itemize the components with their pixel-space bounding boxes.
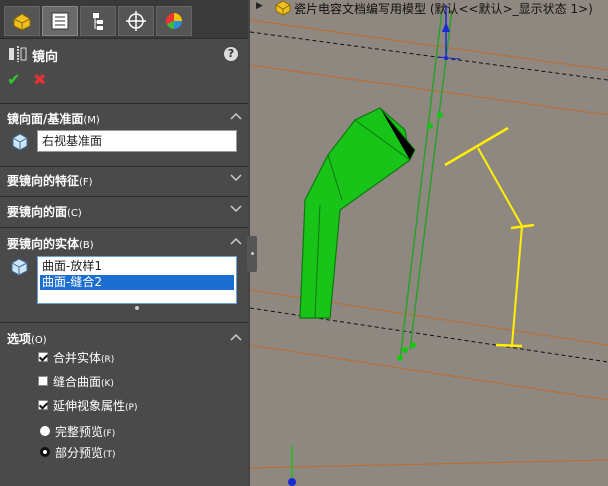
knit-surfaces-checkbox[interactable] bbox=[38, 376, 48, 386]
mirror-plane-edge bbox=[399, 9, 443, 361]
plane-face-icon bbox=[12, 133, 28, 151]
section-divider bbox=[0, 196, 248, 197]
knit-surfaces-label: 缝合曲面(K) bbox=[53, 375, 114, 389]
faces-to-mirror-section-header[interactable]: 要镜向的面(C) bbox=[7, 203, 82, 220]
tab-display-manager[interactable] bbox=[156, 6, 192, 36]
axis-line bbox=[437, 56, 461, 60]
bodies-to-mirror-section-header[interactable]: 要镜向的实体(B) bbox=[7, 235, 94, 252]
partial-preview-label: 部分预览(T) bbox=[55, 446, 116, 460]
tab-property-manager[interactable] bbox=[42, 6, 78, 36]
mirror-icon bbox=[8, 46, 28, 65]
plane-handle bbox=[427, 123, 433, 129]
document-title[interactable]: 瓷片电容文档编写用模型 (默认<<默认>_显示状态 1>) bbox=[294, 0, 593, 17]
section-divider bbox=[0, 227, 248, 228]
section-divider bbox=[0, 103, 248, 104]
tab-configuration-manager[interactable] bbox=[80, 6, 116, 36]
resize-handle[interactable] bbox=[135, 306, 139, 310]
axis-arrow bbox=[442, 22, 450, 32]
tabs-divider bbox=[0, 38, 248, 39]
merge-solids-checkbox[interactable] bbox=[38, 352, 48, 362]
expand-tree-arrow-icon[interactable]: ▶ bbox=[256, 1, 263, 11]
propagate-visual-properties-label: 延伸视象属性(P) bbox=[53, 399, 138, 413]
sketch-line bbox=[444, 126, 509, 167]
cancel-button[interactable]: ✖ bbox=[33, 72, 46, 88]
guide-line bbox=[250, 64, 608, 116]
feature-title: 镜向 bbox=[32, 50, 59, 65]
configuration-manager-icon bbox=[93, 13, 103, 30]
plane-handle bbox=[410, 342, 416, 348]
merge-solids-label: 合并实体(R) bbox=[53, 351, 115, 365]
full-preview-label: 完整预览(F) bbox=[55, 425, 116, 439]
graphics-viewport[interactable] bbox=[250, 0, 608, 486]
full-preview-radio[interactable] bbox=[40, 426, 50, 436]
list-item[interactable]: 曲面-放样1 bbox=[40, 259, 234, 274]
plane-handle bbox=[437, 112, 443, 118]
chevron-down-icon[interactable] bbox=[230, 205, 242, 213]
chevron-up-icon[interactable] bbox=[230, 112, 242, 120]
section-divider bbox=[0, 166, 248, 167]
solid-body-icon bbox=[11, 258, 28, 276]
options-section-header[interactable]: 选项(O) bbox=[7, 330, 47, 347]
propagate-visual-properties-checkbox[interactable] bbox=[38, 400, 48, 410]
guide-line bbox=[250, 19, 608, 71]
list-item-selected[interactable]: 曲面-缝合2 bbox=[40, 275, 234, 290]
ok-button[interactable]: ✔ bbox=[7, 72, 20, 88]
features-to-mirror-section-header[interactable]: 要镜向的特征(F) bbox=[7, 172, 93, 189]
plane-handle bbox=[402, 347, 408, 353]
chevron-down-icon[interactable] bbox=[230, 174, 242, 182]
chevron-up-icon[interactable] bbox=[230, 237, 242, 245]
partial-preview-radio[interactable] bbox=[40, 447, 50, 457]
mirror-plane-section-header[interactable]: 镜向面/基准面(M) bbox=[7, 110, 100, 127]
mirror-plane-edge bbox=[409, 9, 453, 351]
bodies-list[interactable]: 曲面-放样1 曲面-缝合2 bbox=[37, 256, 237, 304]
display-manager-icon bbox=[166, 13, 182, 29]
section-divider bbox=[0, 322, 248, 323]
tab-feature-manager[interactable] bbox=[4, 6, 40, 36]
mirror-plane-field[interactable]: 右视基准面 bbox=[37, 130, 237, 152]
guide-line bbox=[250, 344, 608, 401]
sketch-line bbox=[511, 225, 523, 346]
property-manager-panel: 镜向 ? ✔ ✖ 镜向面/基准面(M) 右视基准面 要镜向的特征(F) 要镜向的… bbox=[0, 0, 248, 486]
origin-point bbox=[288, 478, 296, 486]
model-view bbox=[250, 5, 608, 486]
axis-origin bbox=[444, 56, 448, 60]
guide-line bbox=[250, 459, 608, 469]
tab-dimxpert-manager[interactable] bbox=[118, 6, 154, 36]
manager-tabs bbox=[0, 0, 248, 38]
chevron-up-icon[interactable] bbox=[230, 333, 242, 341]
plane-handle bbox=[397, 355, 403, 361]
sketch-line bbox=[495, 343, 523, 348]
property-manager-icon bbox=[51, 12, 69, 30]
sketch-line bbox=[477, 147, 523, 227]
help-icon[interactable]: ? bbox=[224, 47, 238, 61]
dimxpert-icon bbox=[126, 11, 146, 31]
part-document-icon bbox=[275, 0, 291, 16]
feature-manager-icon bbox=[13, 13, 31, 31]
